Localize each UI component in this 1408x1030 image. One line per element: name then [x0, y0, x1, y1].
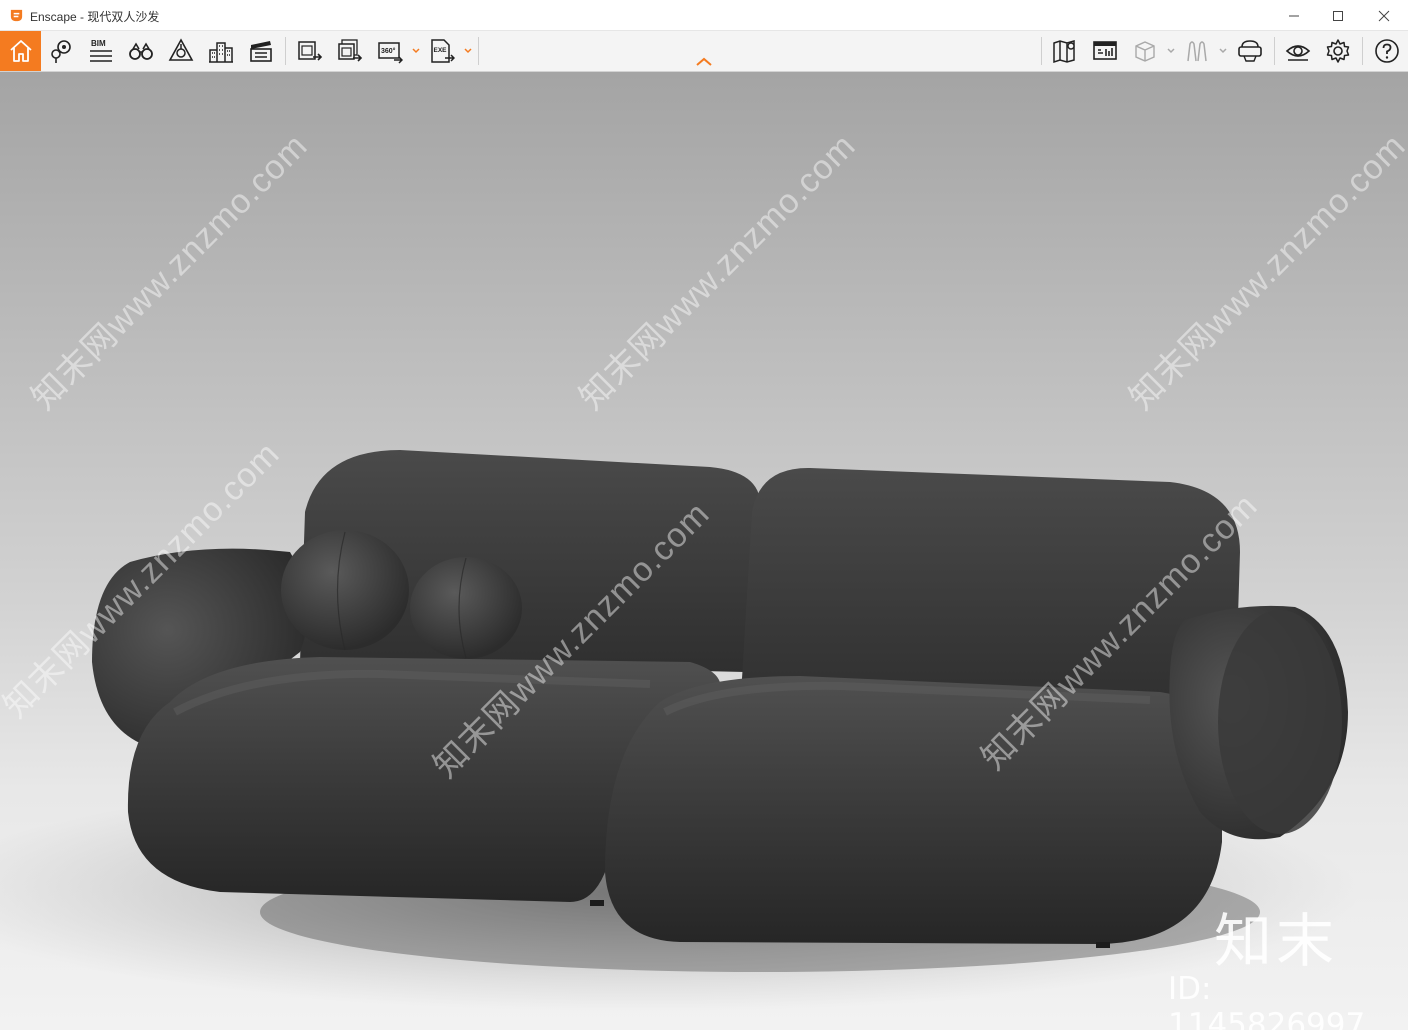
toolbar-separator: [478, 37, 479, 65]
cube-button[interactable]: [1128, 34, 1162, 68]
export-image-button[interactable]: [293, 34, 327, 68]
chevron-down-icon[interactable]: [463, 44, 473, 56]
screen-info-button[interactable]: [1088, 34, 1122, 68]
vr-headset-icon: [1238, 40, 1262, 62]
binoculars-button[interactable]: [124, 34, 158, 68]
help-icon: [1375, 39, 1399, 63]
walkways-icon: [1187, 41, 1207, 62]
window-title: Enscape - 现代双人沙发: [30, 10, 160, 24]
close-button[interactable]: [1361, 0, 1407, 31]
eye-icon: [1285, 45, 1311, 61]
brand-logo-text: 知末: [1214, 907, 1339, 975]
help-button[interactable]: [1370, 34, 1404, 68]
batch-export-button[interactable]: [333, 34, 367, 68]
walkways-button[interactable]: [1180, 34, 1214, 68]
gear-icon: [1326, 39, 1350, 63]
bim-button[interactable]: BIM: [84, 34, 118, 68]
panorama-button[interactable]: 360°: [373, 34, 407, 68]
map-pin-icon: [1053, 40, 1075, 64]
buildings-icon: [209, 42, 233, 63]
settings-button[interactable]: [1321, 34, 1355, 68]
minimize-button[interactable]: [1271, 0, 1317, 31]
chevron-down-icon[interactable]: [1166, 44, 1176, 56]
panorama-360-icon: 360°: [378, 42, 403, 64]
bim-icon: BIM: [90, 39, 112, 62]
bim-label: BIM: [91, 39, 106, 48]
chevron-down-icon[interactable]: [411, 44, 421, 56]
toolbar-separator: [1274, 37, 1275, 65]
toolbar-separator: [1041, 37, 1042, 65]
chevron-down-icon[interactable]: [1218, 44, 1228, 56]
map-button[interactable]: [1048, 34, 1082, 68]
clapperboard-icon: [250, 41, 272, 62]
export-exe-icon: EXE: [431, 39, 455, 63]
enscape-logo-icon: [10, 9, 23, 22]
close-icon: [1378, 10, 1390, 21]
home-button[interactable]: [0, 31, 41, 71]
batch-export-icon: [338, 39, 363, 62]
vr-button[interactable]: [1233, 34, 1267, 68]
location-pins-icon: [51, 40, 71, 63]
render-viewport[interactable]: 知末网www.znzmo.com 知末网www.znzmo.com 知末网www…: [0, 72, 1408, 1030]
buildings-button[interactable]: [204, 34, 238, 68]
export-exe-button[interactable]: EXE: [425, 34, 459, 68]
maximize-button[interactable]: [1315, 0, 1361, 31]
image-id-text: ID: 1145826997: [1168, 971, 1366, 1030]
toolbar-separator: [285, 37, 286, 65]
binoculars-icon: [129, 42, 153, 60]
asset-library-icon: [168, 38, 194, 61]
export-image-icon: [298, 41, 323, 61]
views-button[interactable]: [44, 34, 78, 68]
exe-label: EXE: [434, 47, 448, 54]
main-toolbar: BIM 360° EXE: [0, 31, 1408, 72]
video-editor-button[interactable]: [244, 34, 278, 68]
collapse-toolbar-chevron-up-icon[interactable]: [694, 56, 714, 68]
visual-settings-button[interactable]: [1281, 34, 1315, 68]
panorama-label: 360°: [381, 47, 396, 55]
maximize-icon: [1333, 10, 1343, 21]
title-bar: Enscape - 现代双人沙发: [0, 0, 1408, 31]
toolbar-separator: [1362, 37, 1363, 65]
home-icon: [9, 40, 32, 62]
asset-library-button[interactable]: [164, 34, 198, 68]
minimize-icon: [1289, 15, 1299, 16]
screen-info-icon: [1093, 41, 1117, 60]
cube-icon: [1135, 41, 1155, 62]
